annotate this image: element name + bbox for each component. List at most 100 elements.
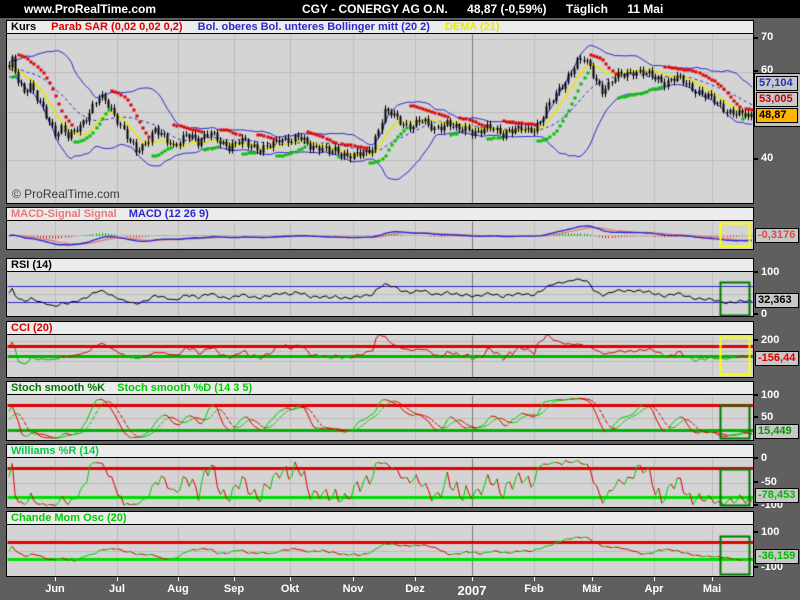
instrument-info: CGY - CONERGY AG O.N. 48,87 (-0,59%) Täg…: [302, 0, 679, 18]
stoch-axis-label: 100: [761, 389, 779, 401]
time-axis-month-label: Nov: [343, 583, 364, 595]
last-price-tag: 48,87: [756, 108, 798, 123]
time-axis-tick: [415, 577, 416, 581]
price-axis-tick: [754, 37, 758, 39]
stoch-axis-label: 50: [761, 411, 773, 423]
time-axis-month-label: Jun: [45, 583, 65, 595]
time-axis-tick: [654, 577, 655, 581]
rsi-axis-label: 100: [761, 266, 779, 278]
time-axis-month-label: 2007: [458, 583, 487, 598]
wil-label: Williams %R (14): [11, 445, 99, 457]
date-label: 11 Mai: [627, 2, 663, 16]
stoch-axis-tick: [754, 416, 758, 418]
williams-canvas[interactable]: [7, 458, 753, 507]
time-axis-month-label: Apr: [645, 583, 664, 595]
stochastic-panel: Stoch smooth %K Stoch smooth %D (14 3 5): [6, 381, 754, 441]
wil-axis-label: 0: [761, 452, 767, 464]
chande-panel: Chande Mom Osc (20): [6, 511, 754, 577]
macd-panel: MACD-Signal Signal MACD (12 26 9): [6, 207, 754, 250]
time-axis-month-label: Okt: [281, 583, 299, 595]
time-axis-month-label: Mai: [703, 583, 721, 595]
parabolic-sar-label: Parab SAR (0,02 0,02 0,2): [51, 21, 182, 33]
chande-panel-header: Chande Mom Osc (20): [7, 512, 753, 525]
title-bar: www.ProRealTime.com CGY - CONERGY AG O.N…: [0, 0, 800, 18]
time-axis-tick: [178, 577, 179, 581]
rsi-axis-tick: [754, 271, 758, 273]
wil-axis-tick: [754, 504, 758, 506]
time-axis-tick: [592, 577, 593, 581]
cmo-value-tag: -36,159: [755, 549, 799, 564]
macd-panel-header: MACD-Signal Signal MACD (12 26 9): [7, 208, 753, 221]
wil-axis-tick: [754, 457, 758, 459]
rsi-value-tag: 32,363: [755, 293, 799, 308]
stoch-value-tag: 15,449: [755, 424, 799, 439]
time-axis-tick: [534, 577, 535, 581]
time-axis-tick: [712, 577, 713, 581]
macd-label: MACD-Signal Signal: [11, 208, 117, 220]
cmo-label: Chande Mom Osc (20): [11, 512, 127, 524]
macd-canvas[interactable]: [7, 221, 753, 249]
time-axis-tick: [472, 577, 473, 581]
bollinger-label: Bol. oberes Bol. unteres Bollinger mitt …: [198, 21, 430, 33]
last-price-and-change: 48,87 (-0,59%): [467, 2, 546, 16]
cmo-axis-label: 100: [761, 526, 779, 538]
rsi-panel: RSI (14): [6, 258, 754, 317]
cci-panel-header: CCI (20): [7, 322, 753, 335]
chande-canvas[interactable]: [7, 525, 753, 576]
stochastic-panel-header: Stoch smooth %K Stoch smooth %D (14 3 5): [7, 382, 753, 395]
wil-axis-label: -50: [761, 476, 777, 488]
price-axis-label: 40: [761, 152, 773, 164]
stoch-label: Stoch smooth %D (14 3 5): [117, 382, 252, 394]
stoch-label: Stoch smooth %K: [11, 382, 105, 394]
cmo-axis-tick: [754, 531, 758, 533]
time-axis-month-label: Feb: [524, 583, 544, 595]
price-panel: Kurs Parab SAR (0,02 0,02 0,2) Bol. ober…: [6, 20, 754, 204]
time-axis: Jun Jul Aug Sep Okt Nov Dez 2007 Feb Mär Apr Mai: [0, 577, 800, 600]
cci-label: CCI (20): [11, 322, 53, 334]
macd-value-tag: -0,3176: [755, 228, 799, 243]
time-axis-tick: [290, 577, 291, 581]
price-axis-tick: [754, 70, 758, 72]
time-axis-tick: [234, 577, 235, 581]
cmo-axis-tick: [754, 566, 758, 568]
price-chart-canvas[interactable]: [7, 34, 753, 203]
time-axis-month-label: Aug: [167, 583, 188, 595]
rsi-label: RSI (14): [11, 259, 52, 271]
cci-canvas[interactable]: [7, 335, 753, 377]
time-axis-month-label: Sep: [224, 583, 244, 595]
instrument-name: CGY - CONERGY AG O.N.: [302, 2, 448, 16]
rsi-panel-header: RSI (14): [7, 259, 753, 272]
cci-panel: CCI (20): [6, 321, 754, 378]
brand-text: www.ProRealTime.com: [24, 0, 156, 18]
psar-tag: 53,005: [756, 92, 798, 107]
cci-value-tag: -156,44: [755, 351, 799, 366]
kurs-label: Kurs: [11, 21, 36, 33]
bollinger-upper-tag: 57,104: [756, 76, 798, 91]
timeframe-label: Täglich: [566, 2, 608, 16]
macd-label: MACD (12 26 9): [129, 208, 209, 220]
rsi-axis-label: 0: [761, 308, 767, 320]
price-axis-label: 70: [761, 31, 773, 43]
stochastic-canvas[interactable]: [7, 395, 753, 440]
price-panel-header: Kurs Parab SAR (0,02 0,02 0,2) Bol. ober…: [7, 21, 753, 34]
wil-value-tag: -78,453: [755, 488, 799, 503]
williams-panel: Williams %R (14): [6, 444, 754, 508]
watermark: © ProRealTime.com: [12, 187, 120, 201]
time-axis-tick: [353, 577, 354, 581]
time-axis-month-label: Mär: [582, 583, 602, 595]
wil-axis-tick: [754, 481, 758, 483]
time-axis-tick: [117, 577, 118, 581]
stoch-axis-tick: [754, 394, 758, 396]
time-axis-tick: [55, 577, 56, 581]
price-axis-tick: [754, 158, 758, 160]
prorealtime-chart-window: www.ProRealTime.com CGY - CONERGY AG O.N…: [0, 0, 800, 600]
rsi-canvas[interactable]: [7, 272, 753, 316]
williams-panel-header: Williams %R (14): [7, 445, 753, 458]
cci-axis-label: 200: [761, 334, 779, 346]
dema-label: DEMA (21): [445, 21, 500, 33]
time-axis-month-label: Dez: [405, 583, 425, 595]
rsi-axis-tick: [754, 313, 758, 315]
cci-axis-tick: [754, 339, 758, 341]
value-axis-gutter: 70604057,10453,00548,87-0,3176100032,363…: [754, 0, 800, 600]
time-axis-month-label: Jul: [109, 583, 125, 595]
